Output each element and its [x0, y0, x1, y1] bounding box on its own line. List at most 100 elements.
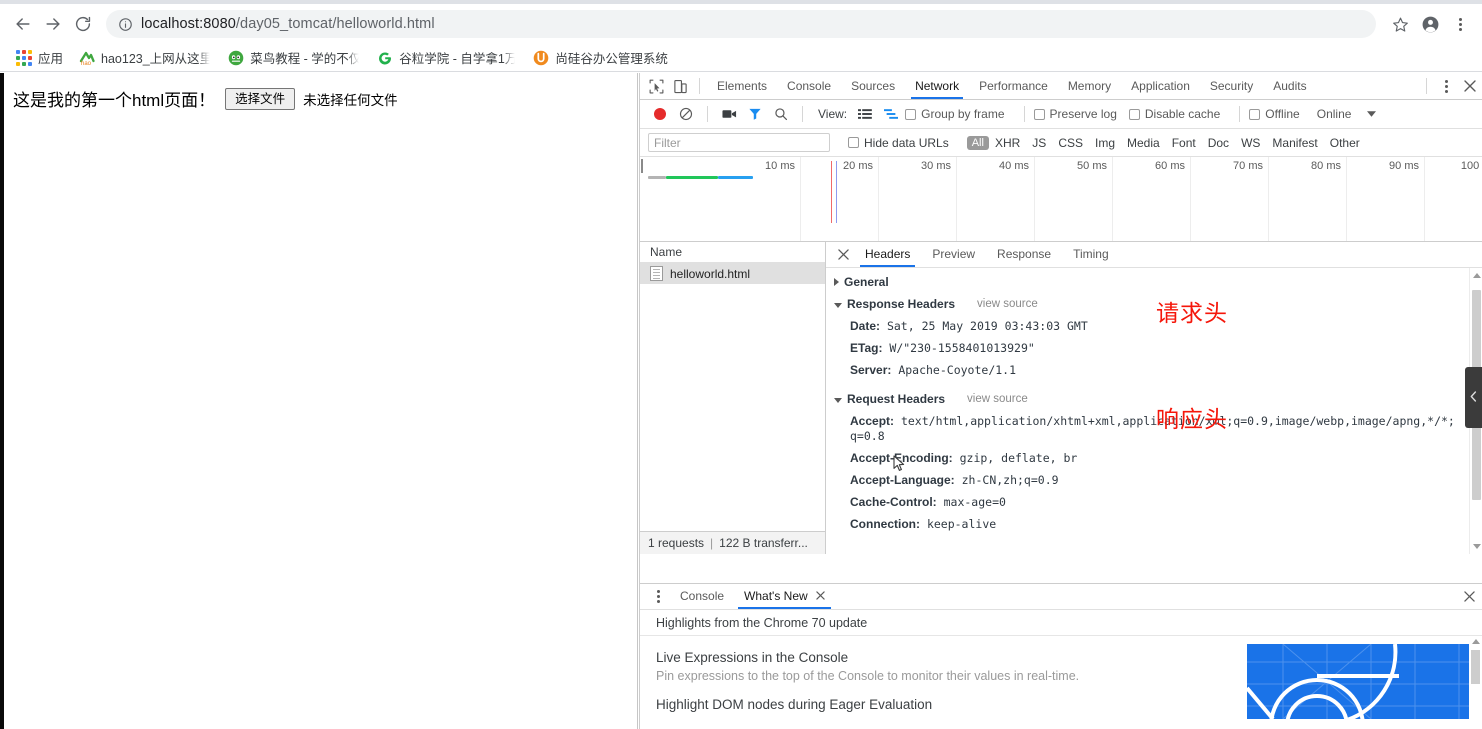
filter-type-other[interactable]: Other — [1324, 135, 1366, 151]
drawer-tab-console[interactable]: Console — [670, 584, 734, 609]
account-avatar-icon[interactable] — [1416, 10, 1444, 38]
back-button[interactable] — [8, 9, 38, 39]
tab-sources[interactable]: Sources — [841, 73, 905, 99]
runoob-icon — [228, 50, 244, 66]
three-dot-menu-icon[interactable] — [1446, 10, 1474, 38]
bookmark-atguigu[interactable]: 尚硅谷办公管理系统 — [533, 47, 668, 69]
timeline-tick: 40 ms — [999, 160, 1029, 172]
tab-audits[interactable]: Audits — [1263, 73, 1316, 99]
camera-icon[interactable] — [717, 103, 741, 125]
browser-chrome: localhost:8080/day05_tomcat/helloworld.h… — [0, 0, 1482, 44]
tab-network[interactable]: Network — [905, 73, 969, 99]
clear-icon[interactable] — [674, 103, 698, 125]
section-title: Request Headers — [847, 392, 946, 406]
tab-headers[interactable]: Headers — [854, 242, 921, 267]
close-icon[interactable] — [815, 584, 825, 609]
tab-response[interactable]: Response — [986, 242, 1062, 267]
view-source-link[interactable]: view source — [977, 298, 1038, 310]
tab-elements[interactable]: Elements — [707, 73, 777, 99]
page-content-line: 这是我的第一个html页面！ 选择文件 未选择任何文件 — [13, 86, 398, 111]
network-split: Name helloworld.html 1 requests | 122 B … — [640, 242, 1482, 554]
inspect-element-icon[interactable] — [644, 74, 668, 98]
scroll-up-arrow-icon[interactable] — [1472, 639, 1480, 644]
table-row[interactable]: helloworld.html — [640, 263, 825, 284]
drawer-tab-whats-new[interactable]: What's New — [734, 584, 835, 609]
list-view-icon[interactable] — [853, 103, 877, 125]
filter-type-media[interactable]: Media — [1121, 135, 1166, 151]
bookmark-guli[interactable]: 谷粒学院 - 自学拿1万 — [377, 47, 518, 69]
hide-data-urls-checkbox[interactable]: Hide data URLs — [848, 136, 959, 150]
bookmarks-bar: 应用 hao hao123_上网从这里 菜鸟教程 - 学的不仅 谷粒学院 - 自… — [0, 44, 1482, 72]
checkbox-box[interactable] — [905, 108, 917, 120]
device-toolbar-icon[interactable] — [668, 74, 692, 98]
hao123-icon: hao — [79, 50, 95, 66]
site-info-icon[interactable] — [118, 17, 133, 32]
kebab-menu-icon[interactable] — [1434, 74, 1458, 98]
bookmark-runoob[interactable]: 菜鸟教程 - 学的不仅 — [228, 47, 362, 69]
choose-file-button[interactable]: 选择文件 — [225, 87, 296, 110]
section-general[interactable]: General — [834, 275, 1482, 289]
filter-type-font[interactable]: Font — [1166, 135, 1202, 151]
filter-type-doc[interactable]: Doc — [1202, 135, 1235, 151]
network-overview-timeline[interactable]: 10 ms 20 ms 30 ms 40 ms 50 ms 60 ms 70 m… — [640, 157, 1482, 242]
search-icon[interactable] — [769, 103, 793, 125]
close-icon[interactable] — [1458, 74, 1482, 98]
bookmark-apps[interactable]: 应用 — [16, 47, 63, 69]
forward-button[interactable] — [38, 9, 68, 39]
disable-cache-checkbox[interactable]: Disable cache — [1128, 107, 1230, 121]
filter-type-xhr[interactable]: XHR — [989, 135, 1026, 151]
filter-type-ws[interactable]: WS — [1235, 135, 1266, 151]
tab-timing[interactable]: Timing — [1062, 242, 1120, 267]
tab-application[interactable]: Application — [1121, 73, 1200, 99]
scroll-down-arrow-icon[interactable] — [1473, 544, 1481, 549]
scrollbar-thumb[interactable] — [1471, 650, 1480, 684]
filter-input[interactable]: Filter — [648, 133, 830, 152]
load-event-marker — [836, 161, 837, 223]
waterfall-view-icon[interactable] — [879, 103, 903, 125]
filter-type-js[interactable]: JS — [1026, 135, 1052, 151]
group-by-frame-label: Group by frame — [921, 107, 1005, 121]
requests-column-header-name[interactable]: Name — [640, 242, 825, 263]
filter-type-all[interactable]: All — [966, 135, 989, 150]
filter-type-img[interactable]: Img — [1089, 135, 1121, 151]
tab-memory[interactable]: Memory — [1058, 73, 1121, 99]
chevron-left-icon — [1470, 390, 1477, 405]
checkbox-box[interactable] — [1033, 108, 1045, 120]
drawer-close-icon[interactable] — [1456, 591, 1482, 602]
tab-console[interactable]: Console — [777, 73, 841, 99]
checkbox-box[interactable] — [848, 137, 859, 148]
checkbox-box[interactable] — [1249, 108, 1261, 120]
tab-performance[interactable]: Performance — [969, 73, 1058, 99]
funnel-icon[interactable] — [743, 103, 767, 125]
collapse-sidebar-handle[interactable] — [1465, 367, 1482, 428]
close-icon[interactable] — [832, 249, 854, 260]
filter-type-css[interactable]: CSS — [1052, 135, 1089, 151]
bookmark-hao123[interactable]: hao hao123_上网从这里 — [79, 47, 213, 69]
address-bar[interactable]: localhost:8080/day05_tomcat/helloworld.h… — [106, 10, 1376, 38]
offline-checkbox[interactable]: Offline — [1249, 107, 1309, 121]
whats-new-body: Live Expressions in the Console Pin expr… — [640, 636, 1482, 729]
chevron-down-icon[interactable] — [1359, 103, 1383, 125]
divider — [699, 78, 700, 94]
header-row: Cache-Control: max-age=0 — [834, 495, 1482, 510]
tab-security[interactable]: Security — [1200, 73, 1263, 99]
preserve-log-checkbox[interactable]: Preserve log — [1033, 107, 1127, 121]
tab-preview[interactable]: Preview — [921, 242, 986, 267]
bookmark-label: 尚硅谷办公管理系统 — [555, 52, 668, 66]
filter-type-manifest[interactable]: Manifest — [1266, 135, 1323, 151]
kebab-menu-icon[interactable] — [646, 585, 670, 609]
group-by-frame-checkbox[interactable]: Group by frame — [905, 107, 1014, 121]
view-source-link[interactable]: view source — [967, 393, 1028, 405]
whats-new-scrollbar[interactable] — [1469, 636, 1482, 729]
chevron-down-icon — [834, 302, 842, 308]
throttling-value[interactable]: Online — [1317, 107, 1352, 121]
reload-button[interactable] — [68, 9, 98, 39]
scroll-up-arrow-icon[interactable] — [1473, 273, 1481, 278]
file-upload-control[interactable]: 选择文件 未选择任何文件 — [225, 87, 398, 110]
checkbox-box[interactable] — [1128, 108, 1140, 120]
star-icon[interactable] — [1386, 10, 1414, 38]
timeline-tick: 10 ms — [765, 160, 795, 172]
record-button-icon[interactable] — [648, 103, 672, 125]
divider — [802, 106, 803, 122]
drawer-tab-label: What's New — [744, 589, 808, 603]
